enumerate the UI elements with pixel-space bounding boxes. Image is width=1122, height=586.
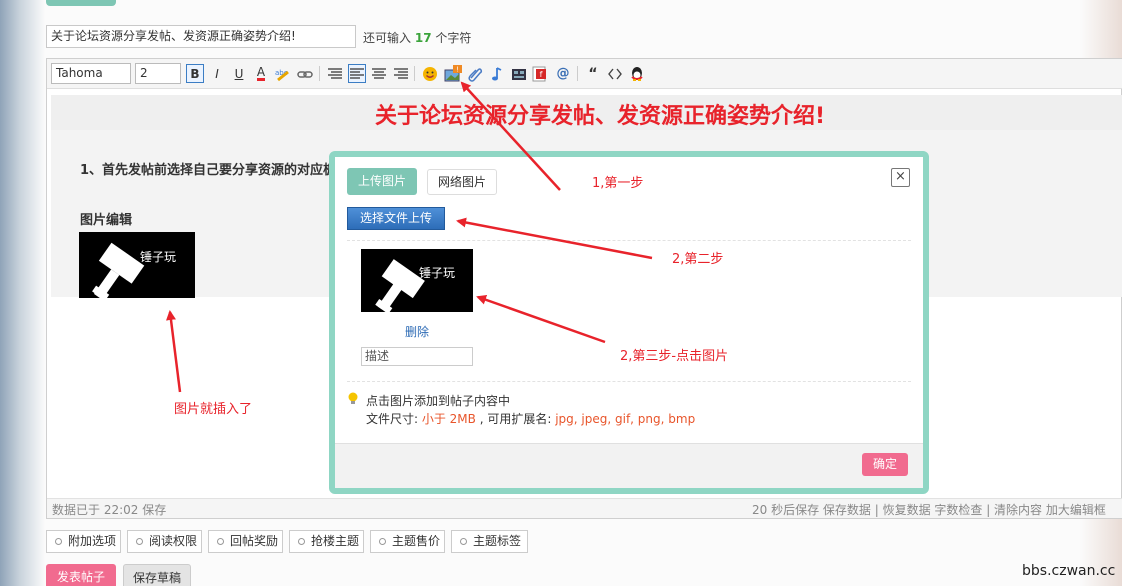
annotation-step1: 1,第一步 [592, 176, 644, 191]
watermark: bbs.czwan.cc [1022, 563, 1116, 579]
annotation-step3: 2,第三步-点击图片 [620, 349, 729, 364]
annotation-step2: 2,第二步 [672, 252, 724, 267]
annotation-inserted: 图片就插入了 [174, 402, 253, 417]
annotation-arrows [166, 81, 653, 393]
